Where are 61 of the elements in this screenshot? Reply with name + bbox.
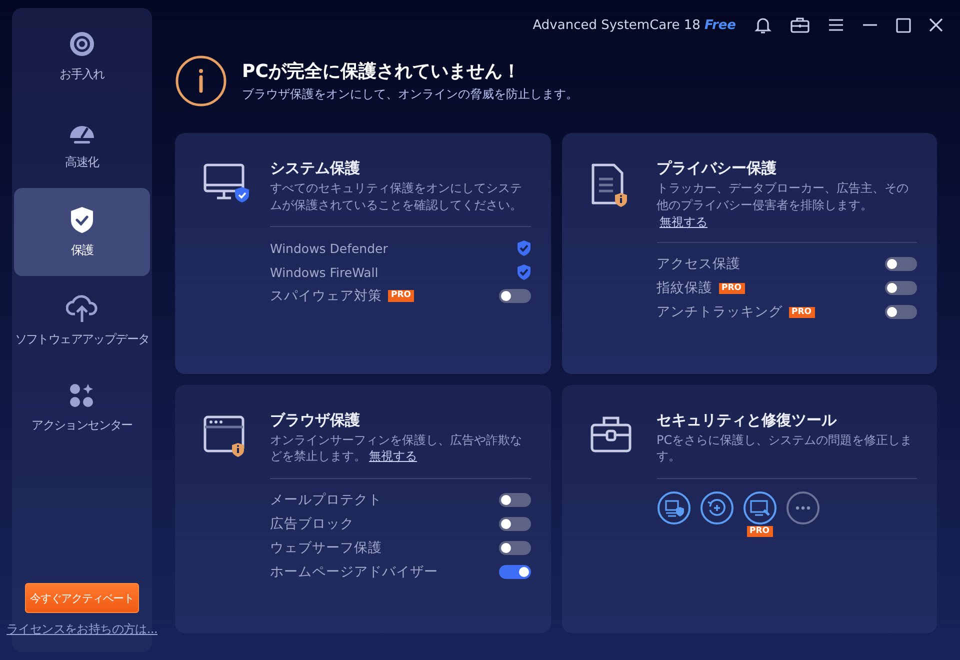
restore-icon[interactable] bbox=[700, 490, 734, 525]
setting-label: ホームページアドバイザー bbox=[270, 562, 438, 581]
card-description: すべてのセキュリティ保護をオンにしてシステムが保護されていることを確認してください。 bbox=[270, 180, 523, 214]
setting-label: アクセス保護 bbox=[656, 255, 740, 274]
toolbox-icon[interactable] bbox=[790, 16, 810, 34]
setting-label: Windows FireWall bbox=[270, 264, 378, 280]
setting-label: スパイウェア対策 bbox=[270, 287, 382, 305]
setting-label: アンチトラッキング bbox=[656, 303, 782, 322]
browser-window-icon bbox=[203, 414, 247, 457]
toggle-switch[interactable] bbox=[885, 305, 917, 320]
card-description: トラッカー、データブローカー、広告主、その他のプライバシー侵害者を排除します。 無視する bbox=[656, 180, 910, 230]
pro-badge: PRO bbox=[746, 526, 773, 538]
alert-subtitle: ブラウザ保護をオンにして、オンラインの脅威を防止します。 bbox=[242, 86, 578, 103]
ignore-link[interactable]: 無視する bbox=[369, 449, 417, 464]
more-icon[interactable] bbox=[786, 490, 820, 525]
info-icon bbox=[175, 55, 227, 107]
pro-badge: PRO bbox=[718, 282, 745, 294]
toggle-switch[interactable] bbox=[498, 540, 530, 555]
toggle-switch[interactable] bbox=[498, 516, 530, 531]
monitor-shield-icon bbox=[203, 163, 251, 205]
ignore-link[interactable]: 無視する bbox=[660, 214, 708, 229]
alert-title: PCが完全に保護されていません！ bbox=[242, 60, 522, 83]
toggle-switch[interactable] bbox=[498, 289, 530, 303]
setting-label: ウェブサーフ保護 bbox=[270, 538, 382, 557]
setting-label: 広告ブロック bbox=[270, 514, 354, 533]
nav-item[interactable]: アクションセンター bbox=[14, 364, 150, 452]
computer-shield-icon[interactable] bbox=[656, 490, 690, 525]
card-description: PCをさらに保護し、システムの問題を修正します。 bbox=[656, 432, 914, 466]
setting-label: Windows Defender bbox=[270, 240, 388, 256]
card-title: システム保護 bbox=[270, 159, 361, 178]
bell-icon[interactable] bbox=[754, 16, 772, 34]
pro-badge: PRO bbox=[388, 290, 414, 302]
toggle-switch[interactable] bbox=[885, 257, 917, 272]
close-icon[interactable] bbox=[929, 18, 943, 32]
toolbox-icon bbox=[590, 414, 632, 453]
card-title: プライバシー保護 bbox=[656, 159, 778, 178]
setting-label: 指紋保護 bbox=[656, 279, 712, 298]
toggle-switch[interactable] bbox=[885, 281, 917, 296]
card-title: ブラウザ保護 bbox=[270, 410, 361, 430]
toggle-switch[interactable] bbox=[498, 492, 530, 507]
monitor-wrench-icon[interactable] bbox=[742, 490, 776, 525]
setting-label: メールプロテクト bbox=[270, 490, 382, 509]
shield-check-icon bbox=[516, 264, 530, 280]
nav-item[interactable]: ソフトウェアアップデータ bbox=[14, 276, 150, 364]
toggle-switch[interactable] bbox=[498, 564, 530, 579]
apps-icon bbox=[69, 382, 95, 408]
menu-icon[interactable] bbox=[828, 18, 844, 32]
document-shield-icon bbox=[590, 163, 630, 209]
shield-check-icon bbox=[69, 206, 95, 234]
nav-item[interactable]: 高速化 bbox=[14, 100, 150, 188]
card-description: オンラインサーフィンを保護し、広告や詐欺などを禁止します。 無視する bbox=[270, 432, 523, 466]
nav-item[interactable]: お手入れ bbox=[14, 12, 150, 100]
shield-check-icon bbox=[516, 240, 530, 256]
window-title: Advanced SystemCare 18 Free bbox=[532, 18, 737, 32]
pro-badge: PRO bbox=[788, 306, 815, 318]
aperture-icon bbox=[68, 30, 96, 58]
maximize-icon[interactable] bbox=[896, 18, 911, 32]
license-link[interactable]: ライセンスをお持ちの方は... bbox=[6, 621, 158, 638]
cloud-upload-icon bbox=[66, 292, 98, 322]
nav-item[interactable]: 保護 bbox=[14, 188, 150, 276]
card-title: セキュリティと修復ツール bbox=[656, 410, 838, 430]
